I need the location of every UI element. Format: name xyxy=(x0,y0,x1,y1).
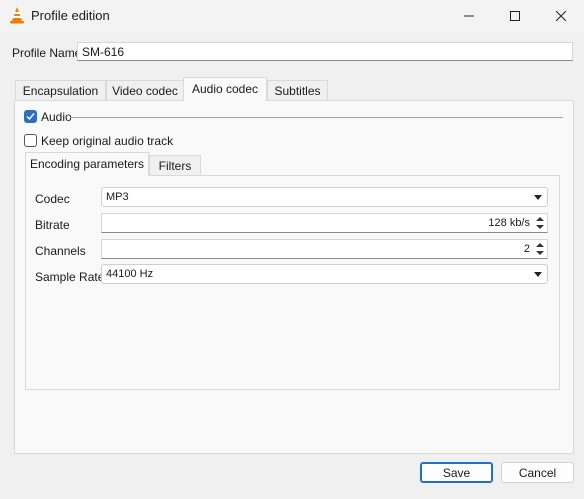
tab-filters[interactable]: Filters xyxy=(149,155,201,175)
maximize-icon xyxy=(510,11,520,21)
spin-up-icon[interactable] xyxy=(536,217,544,221)
keep-original-audio-label[interactable]: Keep original audio track xyxy=(41,134,173,148)
spin-buttons[interactable] xyxy=(534,215,546,231)
spin-down-icon[interactable] xyxy=(536,225,544,229)
sample-rate-value: 44100 Hz xyxy=(106,268,154,280)
spin-buttons[interactable] xyxy=(534,241,546,257)
title-bar: Profile edition xyxy=(0,0,584,32)
chevron-down-icon xyxy=(534,272,542,277)
cancel-button[interactable]: Cancel xyxy=(501,462,574,483)
channels-spinbox[interactable]: 2 xyxy=(101,239,548,259)
tab-video-codec[interactable]: Video codec xyxy=(106,80,184,100)
bitrate-label: Bitrate xyxy=(35,218,70,232)
window-title: Profile edition xyxy=(31,8,110,23)
audio-checkbox-label[interactable]: Audio xyxy=(41,110,72,124)
sample-rate-select[interactable]: 44100 Hz xyxy=(101,264,548,284)
tab-audio-codec[interactable]: Audio codec xyxy=(183,77,267,101)
bitrate-value: 128 kb/s xyxy=(488,217,530,229)
close-icon xyxy=(556,11,566,21)
profile-name-input[interactable]: SM-616 xyxy=(77,42,573,61)
tab-encoding-parameters[interactable]: Encoding parameters xyxy=(25,152,149,176)
tab-subtitles[interactable]: Subtitles xyxy=(267,80,328,100)
maximize-button[interactable] xyxy=(492,0,538,32)
channels-value: 2 xyxy=(523,243,530,255)
profile-name-label: Profile Name xyxy=(12,46,82,60)
minimize-button[interactable] xyxy=(446,0,492,32)
spin-down-icon[interactable] xyxy=(536,251,544,255)
tab-encapsulation[interactable]: Encapsulation xyxy=(15,80,106,100)
chevron-down-icon xyxy=(534,195,542,200)
close-button[interactable] xyxy=(538,0,584,32)
checkmark-icon xyxy=(26,113,35,121)
keep-original-audio-checkbox[interactable] xyxy=(24,134,37,147)
sample-rate-label: Sample Rate xyxy=(35,270,105,284)
spin-up-icon[interactable] xyxy=(536,243,544,247)
codec-select[interactable]: MP3 xyxy=(101,187,548,207)
vlc-cone-icon xyxy=(9,6,25,24)
channels-label: Channels xyxy=(35,244,86,258)
audio-checkbox[interactable] xyxy=(24,110,37,123)
codec-value: MP3 xyxy=(106,191,129,203)
group-divider xyxy=(70,117,563,118)
save-button[interactable]: Save xyxy=(420,462,493,483)
minimize-icon xyxy=(464,15,474,17)
codec-label: Codec xyxy=(35,192,70,206)
bitrate-spinbox[interactable]: 128 kb/s xyxy=(101,213,548,233)
